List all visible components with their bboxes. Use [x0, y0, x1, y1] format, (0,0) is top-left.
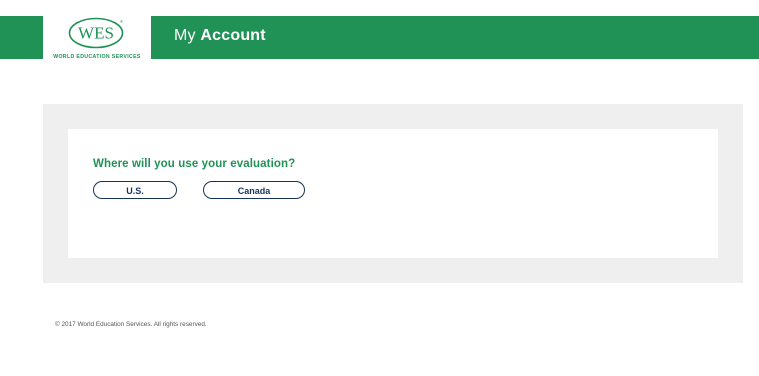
page: WES ® WORLD EDUCATION SERVICES My Accoun… — [0, 0, 759, 376]
evaluation-question: Where will you use your evaluation? — [93, 158, 296, 170]
wes-logo-mark: WES ® — [68, 17, 124, 49]
wes-logo-tagline: WORLD EDUCATION SERVICES — [53, 54, 141, 60]
page-title-prefix: My — [174, 27, 196, 44]
footer-copyright: © 2017 World Education Services. All rig… — [55, 321, 207, 328]
page-title: My Account — [174, 26, 266, 46]
canada-option-button[interactable]: Canada — [203, 181, 305, 199]
registered-mark: ® — [120, 19, 123, 24]
content-panel: Where will you use your evaluation? U.S.… — [43, 104, 743, 283]
wes-logo[interactable]: WES ® WORLD EDUCATION SERVICES — [43, 16, 151, 60]
us-option-button[interactable]: U.S. — [93, 181, 177, 199]
wes-logo-letters: WES — [78, 24, 114, 43]
evaluation-card: Where will you use your evaluation? U.S.… — [68, 129, 718, 258]
page-title-bold: Account — [200, 27, 266, 44]
